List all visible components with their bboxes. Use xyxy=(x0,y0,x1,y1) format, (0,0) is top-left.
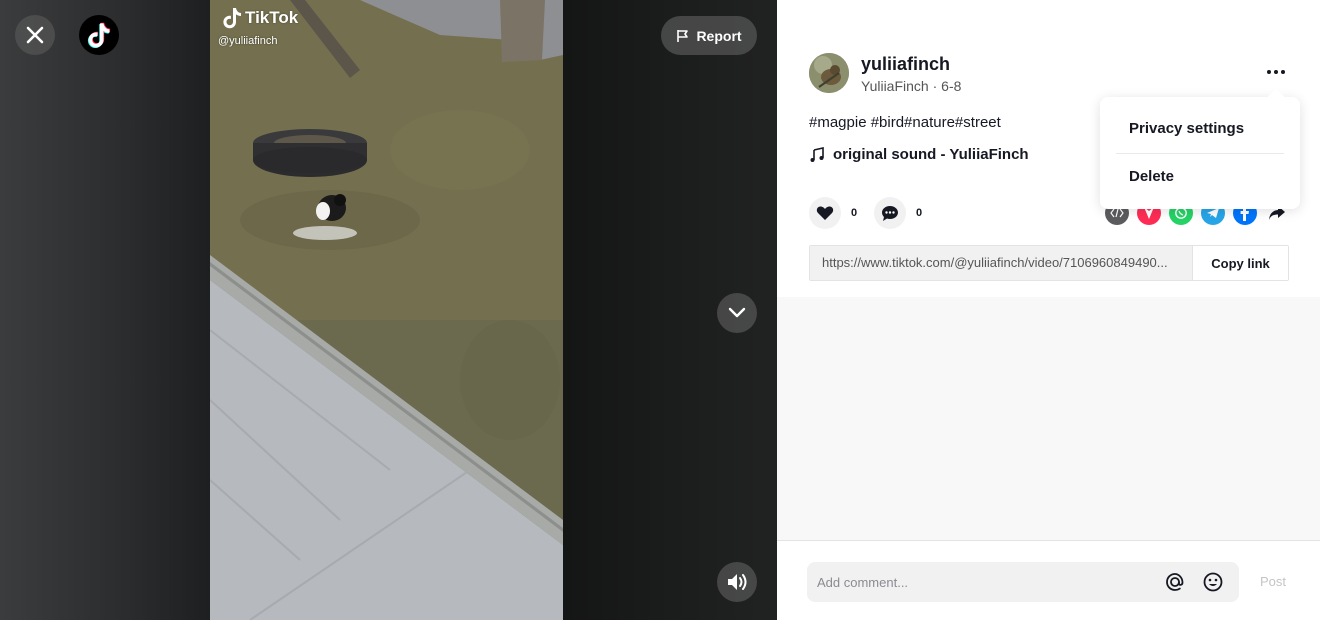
comment-stat: 0 xyxy=(874,197,922,229)
comment-input[interactable] xyxy=(807,574,1163,590)
report-label: Report xyxy=(696,27,742,44)
video-scene xyxy=(210,0,563,620)
comment-count: 0 xyxy=(916,207,923,219)
comment-composer: Post xyxy=(777,540,1320,620)
flag-icon xyxy=(677,29,689,42)
share-link-text[interactable]: https://www.tiktok.com/@yuliiafinch/vide… xyxy=(810,246,1192,280)
close-icon xyxy=(26,26,44,44)
watermark-username: @yuliiafinch xyxy=(218,35,278,47)
subline-separator: · xyxy=(928,78,942,94)
post-date: 6-8 xyxy=(941,78,962,94)
tiktok-logo-icon xyxy=(87,22,111,48)
post-details-panel: yuliiafinch YuliiaFinch · 6-8 #magpie #b… xyxy=(777,0,1320,620)
post-caption: #magpie #bird#nature#street xyxy=(809,114,1001,131)
tiktok-home-button[interactable] xyxy=(79,15,119,55)
more-dots-icon xyxy=(1267,70,1271,74)
copy-link-button[interactable]: Copy link xyxy=(1192,246,1288,280)
like-count: 0 xyxy=(851,207,858,219)
more-options-button[interactable] xyxy=(1264,62,1288,82)
volume-icon xyxy=(728,574,747,590)
menu-item-delete[interactable]: Delete xyxy=(1129,168,1174,185)
emoji-icon[interactable] xyxy=(1201,570,1225,594)
comment-icon xyxy=(882,205,898,221)
author-subline: YuliiaFinch · 6-8 xyxy=(861,78,961,94)
mention-icon[interactable] xyxy=(1163,570,1187,594)
post-comment-button[interactable]: Post xyxy=(1260,574,1286,589)
tiktok-logo-icon xyxy=(223,8,241,29)
volume-button[interactable] xyxy=(717,562,757,602)
author-username[interactable]: yuliiafinch xyxy=(861,54,950,75)
comment-input-box xyxy=(807,562,1239,602)
music-note-icon xyxy=(810,146,824,162)
video-player[interactable]: TikTok @yuliiafinch Report xyxy=(0,0,777,620)
menu-divider xyxy=(1116,153,1284,154)
avatar[interactable] xyxy=(809,53,849,93)
comment-button[interactable] xyxy=(874,197,906,229)
avatar-image xyxy=(809,53,849,93)
chevron-down-icon xyxy=(728,307,746,318)
report-button[interactable]: Report xyxy=(661,16,757,55)
watermark-brand: TikTok xyxy=(245,8,299,27)
like-stat: 0 xyxy=(809,197,857,229)
more-options-menu: Privacy settings Delete xyxy=(1100,88,1300,209)
sound-title: original sound - YuliiaFinch xyxy=(833,146,1029,163)
like-button[interactable] xyxy=(809,197,841,229)
sound-link[interactable]: original sound - YuliiaFinch xyxy=(809,146,1029,163)
close-button[interactable] xyxy=(15,15,55,55)
heart-icon xyxy=(816,206,834,220)
share-link-box: https://www.tiktok.com/@yuliiafinch/vide… xyxy=(809,245,1289,281)
next-video-button[interactable] xyxy=(717,293,757,333)
author-nickname: YuliiaFinch xyxy=(861,78,929,94)
video-frame[interactable] xyxy=(210,0,563,620)
video-blur-background-left xyxy=(0,0,210,620)
menu-caret xyxy=(1267,88,1285,106)
comments-list xyxy=(777,297,1320,540)
menu-item-privacy-settings[interactable]: Privacy settings xyxy=(1129,120,1244,137)
video-watermark: TikTok xyxy=(222,7,298,29)
tiktok-video-page: TikTok @yuliiafinch Report yuliiafinch Y… xyxy=(0,0,1320,620)
